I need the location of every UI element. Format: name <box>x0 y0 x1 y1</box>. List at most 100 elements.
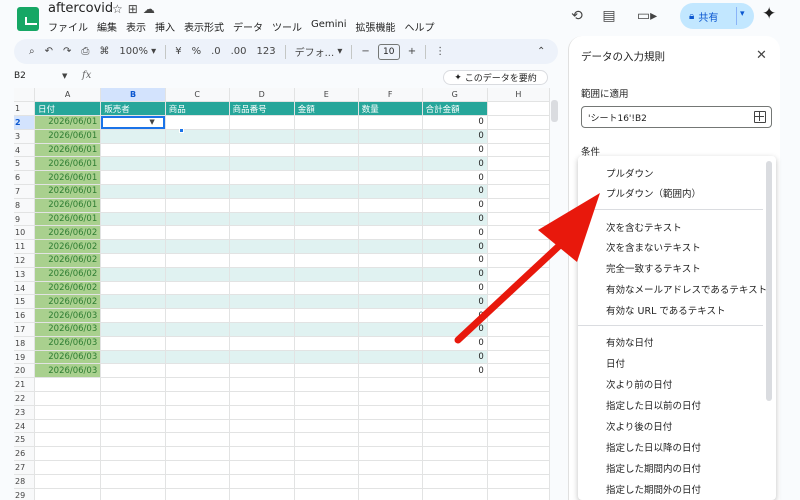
cell[interactable] <box>294 446 359 462</box>
share-button[interactable]: 🔒︎ 共有 ▾ <box>680 3 754 29</box>
header-cell[interactable] <box>487 101 550 117</box>
row-header[interactable]: 18 <box>14 336 36 351</box>
row-header[interactable]: 29 <box>14 488 36 500</box>
option-date-between[interactable]: 指定した期間内の日付 <box>606 461 701 475</box>
cell[interactable] <box>229 446 295 462</box>
close-icon[interactable]: ✕ <box>756 48 767 63</box>
row-header[interactable]: 19 <box>14 350 36 365</box>
font-size-increase-button[interactable]: + <box>403 42 421 62</box>
active-cell[interactable]: ▼ <box>100 115 166 130</box>
cell[interactable] <box>487 432 550 448</box>
cell[interactable] <box>294 474 359 489</box>
cell[interactable] <box>294 336 359 351</box>
total-cell[interactable]: 0 <box>422 294 488 310</box>
row-header[interactable]: 6 <box>14 170 36 186</box>
option-valid-url[interactable]: 有効な URL であるテキスト <box>606 303 726 317</box>
row-header[interactable]: 1 <box>14 101 36 117</box>
cell[interactable] <box>100 129 166 144</box>
cell[interactable] <box>165 225 230 241</box>
cell-dropdown-icon[interactable]: ▼ <box>149 118 154 126</box>
date-cell[interactable]: 2026/06/02 <box>34 239 102 255</box>
cell[interactable] <box>229 391 295 406</box>
cell[interactable] <box>487 253 550 268</box>
decrease-decimal-button[interactable]: .0 <box>206 42 226 62</box>
row-header[interactable]: 26 <box>14 446 36 462</box>
cell[interactable] <box>165 156 230 172</box>
star-icon[interactable]: ☆ <box>112 2 128 16</box>
total-cell[interactable]: 0 <box>422 267 488 282</box>
cell[interactable] <box>34 391 102 406</box>
cell[interactable] <box>229 294 295 310</box>
option-valid-date[interactable]: 有効な日付 <box>606 335 654 349</box>
cell[interactable] <box>294 212 359 227</box>
cell[interactable] <box>358 308 423 324</box>
cell[interactable] <box>422 432 488 448</box>
cell[interactable] <box>294 225 359 241</box>
total-cell[interactable]: 0 <box>422 170 488 186</box>
name-box-dropdown-icon[interactable]: ▼ <box>62 72 67 80</box>
cell[interactable] <box>165 198 230 213</box>
option-text-not-contains[interactable]: 次を含まないテキスト <box>606 240 701 254</box>
option-dropdown[interactable]: プルダウン <box>606 166 654 180</box>
cell[interactable] <box>100 377 166 393</box>
cell[interactable] <box>100 308 166 324</box>
cell[interactable] <box>229 322 295 337</box>
cell[interactable] <box>358 239 423 255</box>
total-cell[interactable]: 0 <box>422 198 488 213</box>
cell[interactable] <box>358 419 423 434</box>
menu-view[interactable]: 表示 <box>126 19 146 34</box>
cell[interactable] <box>100 432 166 448</box>
total-cell[interactable]: 0 <box>422 363 488 379</box>
cell[interactable] <box>34 474 102 489</box>
select-all-corner[interactable] <box>14 88 36 103</box>
cell[interactable] <box>165 460 230 475</box>
cell[interactable] <box>358 391 423 406</box>
cell[interactable] <box>229 267 295 282</box>
cell[interactable] <box>229 143 295 158</box>
cell[interactable] <box>422 446 488 462</box>
option-date-not-between[interactable]: 指定した期間外の日付 <box>606 482 701 496</box>
cell[interactable] <box>358 198 423 213</box>
option-date-is[interactable]: 日付 <box>606 356 625 370</box>
row-header[interactable]: 2 <box>14 115 36 130</box>
cell[interactable] <box>229 419 295 434</box>
option-date-on-or-after[interactable]: 指定した日以降の日付 <box>606 440 701 454</box>
header-cell[interactable]: 商品 <box>165 101 230 117</box>
cell[interactable] <box>358 363 423 379</box>
cell[interactable] <box>294 267 359 282</box>
cell[interactable] <box>358 212 423 227</box>
cell[interactable] <box>165 405 230 420</box>
cell[interactable] <box>294 184 359 199</box>
cell[interactable] <box>294 363 359 379</box>
menu-gemini[interactable]: Gemini <box>311 19 347 34</box>
cell[interactable] <box>358 460 423 475</box>
row-header[interactable]: 13 <box>14 267 36 282</box>
cell[interactable] <box>487 225 550 241</box>
cell[interactable] <box>165 350 230 365</box>
date-cell[interactable]: 2026/06/02 <box>34 281 102 296</box>
cell[interactable] <box>229 460 295 475</box>
row-header[interactable]: 8 <box>14 198 36 213</box>
date-cell[interactable]: 2026/06/01 <box>34 198 102 213</box>
cell[interactable] <box>294 308 359 324</box>
cell[interactable] <box>100 198 166 213</box>
cell[interactable] <box>165 336 230 351</box>
cell[interactable] <box>100 225 166 241</box>
cell[interactable] <box>294 419 359 434</box>
cell[interactable] <box>358 350 423 365</box>
cell[interactable] <box>34 446 102 462</box>
row-header[interactable]: 24 <box>14 419 36 434</box>
collapse-toolbar-icon[interactable]: ⌃ <box>532 42 550 62</box>
cell[interactable] <box>165 184 230 199</box>
percent-format-button[interactable]: % <box>187 42 207 62</box>
cell[interactable] <box>487 170 550 186</box>
share-dropdown-icon[interactable]: ▾ <box>740 9 745 19</box>
total-cell[interactable]: 0 <box>422 184 488 199</box>
cell[interactable] <box>487 350 550 365</box>
cell[interactable] <box>358 377 423 393</box>
cell[interactable] <box>487 294 550 310</box>
total-cell[interactable]: 0 <box>422 143 488 158</box>
cell[interactable] <box>294 115 359 130</box>
cell[interactable] <box>487 212 550 227</box>
cell[interactable] <box>229 363 295 379</box>
